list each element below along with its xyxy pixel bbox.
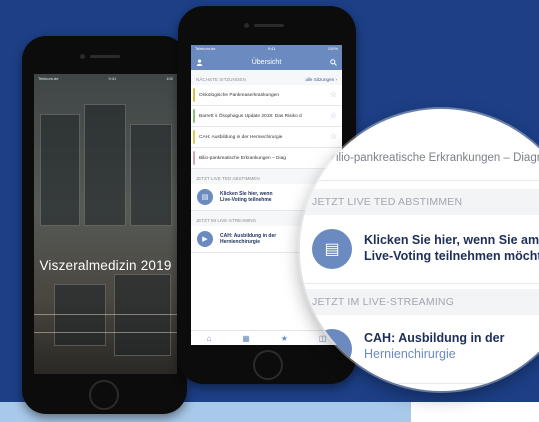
session-item[interactable]: Onkologische Pankreaserkrankungen ☆	[191, 85, 342, 106]
play-icon: ▶	[312, 329, 352, 369]
ted-card[interactable]: ▤ Klicken Sie hier, wenn Sie am "ED Live…	[300, 215, 539, 284]
window-pane	[54, 284, 106, 346]
ted-line-2: Live-Voting teilnehmen möchten.	[364, 249, 539, 263]
speaker-grille	[90, 55, 120, 58]
star-icon[interactable]: ★	[281, 334, 288, 343]
session-color-bar	[193, 130, 195, 144]
railing	[34, 314, 177, 315]
all-sessions-link[interactable]: alle Sitzungen ›	[305, 77, 337, 82]
ted-line-2: Live-Voting teilnehme	[220, 197, 272, 203]
promo-stage: Telekom.de 9:41 100 Viszeralmedizin 2019…	[0, 0, 539, 422]
status-carrier: Telekom.de	[38, 76, 59, 81]
section-next-sessions: NÄCHSTE SITZUNGEN alle Sitzungen ›	[191, 70, 342, 85]
session-item[interactable]: ilio-pankreatische Erkrankungen – Diagno…	[300, 140, 539, 181]
section-label: JETZT LIVE TED ABSTIMMEN	[312, 196, 463, 208]
magnifier-lens: ... ilio-pankreatische Erkrankungen – Di…	[300, 109, 539, 391]
section-stream: JETZT IM LIVE-STREAMING	[300, 289, 539, 315]
favorite-star-icon[interactable]: ☆	[330, 90, 337, 99]
voting-icon: ▤	[197, 189, 213, 205]
status-battery: 100	[166, 76, 173, 81]
status-battery: 100%	[327, 46, 338, 51]
stream-card[interactable]: ▶ CAH: Ausbildung in der Hernienchirurgi…	[300, 315, 539, 384]
section-label: JETZT IM LIVE-STREAMING	[312, 296, 455, 308]
session-title: CAH: Ausbildung in der Herniechirurgie	[199, 134, 283, 140]
railing	[34, 332, 177, 333]
status-bar: Telekom.de 9:41 100	[38, 76, 173, 84]
play-icon: ▶	[197, 231, 213, 247]
session-color-bar	[193, 88, 195, 102]
session-title: Bilio-pankreatische Erkrankungen – Diag	[199, 155, 286, 161]
splash-screen: Telekom.de 9:41 100 Viszeralmedizin 2019	[34, 74, 177, 374]
speaker-grille	[254, 24, 284, 27]
section-label: JETZT LIVE TED ABSTIMMEN	[196, 176, 260, 181]
section-label: NÄCHSTE SITZUNGEN	[196, 77, 246, 82]
window-pane	[130, 124, 172, 226]
session-title: ilio-pankreatische Erkrankungen – Diagno…	[336, 152, 539, 164]
home-button[interactable]	[253, 350, 283, 380]
voting-icon: ▤	[312, 229, 352, 269]
faded-top-text: ...	[322, 123, 330, 133]
camera-icon	[244, 23, 249, 28]
stream-line-1: CAH: Ausbildung in der	[364, 331, 505, 345]
section-label: JETZT IM LIVE-STREAMING	[196, 218, 257, 223]
section-ted: JETZT LIVE TED ABSTIMMEN	[300, 189, 539, 215]
home-button[interactable]	[89, 380, 119, 410]
status-time: 9:41	[267, 46, 276, 51]
status-bar: Telekom.de 9:41 100%	[191, 45, 342, 54]
stream-line-2: Hernienchirurgie	[220, 239, 261, 245]
home-icon[interactable]: ⌂	[206, 334, 211, 343]
search-icon[interactable]	[330, 58, 337, 66]
session-color-bar	[193, 151, 195, 165]
user-icon[interactable]	[196, 58, 203, 66]
stream-line-2: Hernienchirurgie	[364, 347, 456, 361]
window-pane	[40, 114, 80, 226]
status-carrier: Telekom.de	[195, 46, 216, 51]
app-title: Viszeralmedizin 2019	[39, 258, 172, 273]
header-title: Übersicht	[251, 58, 282, 66]
app-header: Übersicht	[191, 54, 342, 70]
window-pane	[114, 274, 171, 356]
ted-line-1: Klicken Sie hier, wenn Sie am "ED	[364, 233, 539, 247]
window-pane	[84, 104, 126, 226]
calendar-icon[interactable]: ▦	[242, 334, 250, 343]
session-title: Onkologische Pankreaserkrankungen	[199, 92, 279, 98]
session-color-bar	[193, 109, 195, 123]
status-time: 9:41	[108, 76, 117, 81]
camera-icon	[80, 54, 85, 59]
session-title: Barrett´s Ösophagus Update 2018: Das Ris…	[199, 113, 302, 119]
left-phone: Telekom.de 9:41 100 Viszeralmedizin 2019	[22, 36, 187, 414]
